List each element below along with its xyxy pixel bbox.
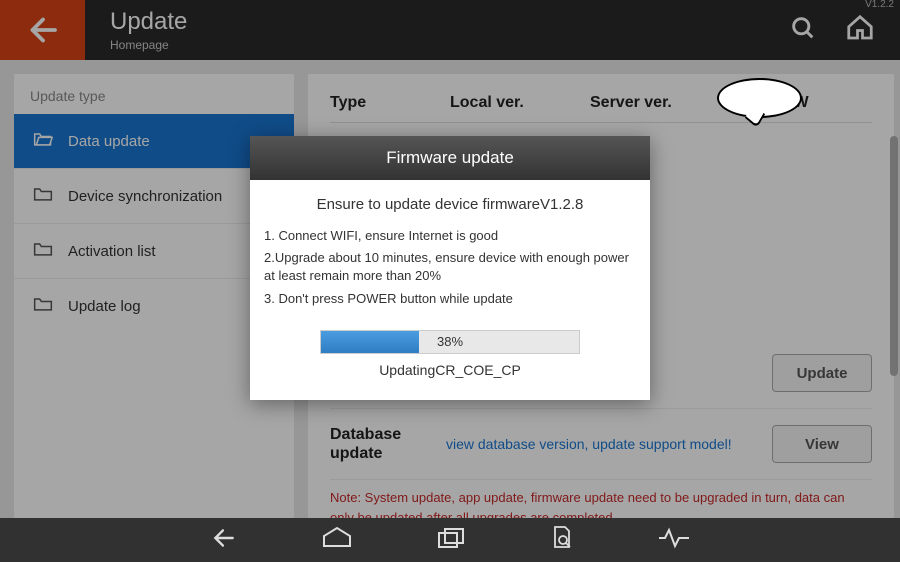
progress-label: 38% [321,331,579,353]
recent-apps-icon [437,527,465,549]
progress-bar: 38% [320,330,580,354]
home-outline-icon [322,526,352,550]
system-bar [0,518,900,562]
updating-status: UpdatingCR_COE_CP [264,362,636,378]
sys-recent-button[interactable] [437,527,465,554]
modal-step: 3. Don't press POWER button while update [264,290,636,308]
activity-icon [659,527,689,549]
sys-home-button[interactable] [322,526,352,555]
modal-step: 2.Upgrade about 10 minutes, ensure devic… [264,249,636,285]
modal-step: 1. Connect WIFI, ensure Internet is good [264,227,636,245]
modal-subtitle: Ensure to update device firmwareV1.2.8 [264,196,636,213]
modal-title: Firmware update [250,136,650,180]
sys-activity-button[interactable] [659,527,689,554]
file-search-icon [550,525,574,551]
firmware-update-modal: Firmware update Ensure to update device … [250,136,650,400]
speech-bubble-icon [717,78,802,118]
sys-file-search-button[interactable] [550,525,574,556]
sys-back-button[interactable] [211,525,237,556]
back-arrow-icon [211,525,237,551]
